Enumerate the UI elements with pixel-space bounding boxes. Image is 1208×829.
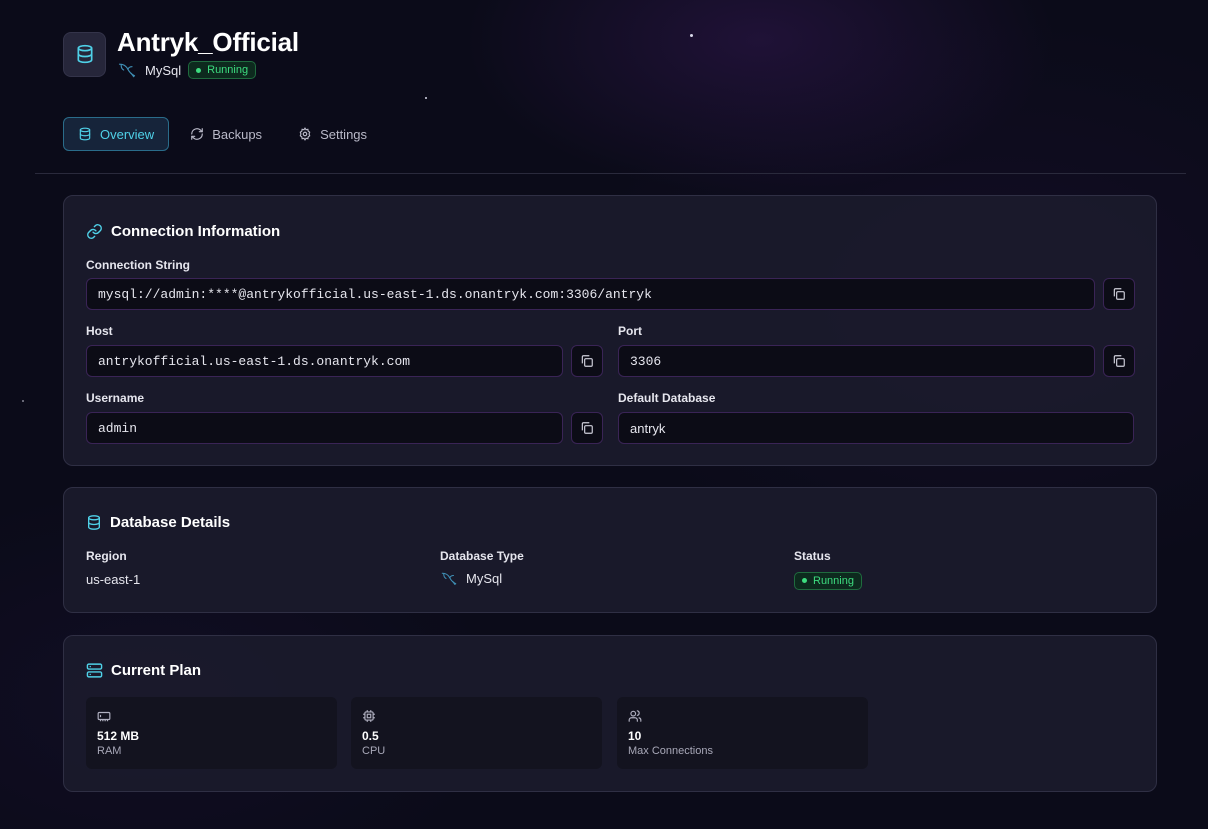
database-icon [86,514,102,531]
database-details-card: Database Details Region us-east-1 Databa… [63,487,1157,613]
card-title-text: Current Plan [111,662,202,679]
host-field[interactable]: antrykofficial.us-east-1.ds.onantryk.com [86,345,563,377]
plan-cpu-label: CPU [362,745,386,757]
background-star [425,97,427,99]
current-plan-title: Current Plan [86,662,201,679]
connection-card-title: Connection Information [86,223,280,240]
plan-ram-value: 512 MB [97,729,140,743]
page-header: Antryk_Official MySql Running [63,29,299,79]
tab-backups[interactable]: Backups [175,117,277,151]
status-badge: Running [794,571,862,590]
status-dot [802,578,807,583]
status-text: Running [207,64,249,76]
copy-icon [1113,355,1125,367]
tab-label: Settings [320,126,368,142]
status-text: Running [813,574,854,587]
memory-icon [97,709,326,723]
username-label: Username [86,391,145,405]
copy-port-button[interactable] [1103,345,1135,377]
plan-connections-value: 10 [628,729,642,743]
plan-cpu-value: 0.5 [362,729,379,743]
region-value: us-east-1 [86,572,141,587]
default-database-label: Default Database [618,391,716,405]
card-title-text: Database Details [110,514,231,531]
tab-settings[interactable]: Settings [283,117,382,151]
tab-overview[interactable]: Overview [63,117,170,151]
plan-cpu-box: 0.5 CPU [351,697,602,769]
tab-bar: Overview Backups Settings [63,117,382,151]
link-icon [86,223,103,240]
copy-host-button[interactable] [571,345,603,377]
tab-label: Overview [100,126,155,142]
username-field[interactable]: admin [86,412,563,444]
database-details-title: Database Details [86,514,230,531]
engine-label: MySql [145,62,182,78]
copy-connection-string-button[interactable] [1103,278,1135,310]
connection-card: Connection Information Connection String… [63,195,1157,466]
current-plan-card: Current Plan 512 MB RAM 0.5 CPU 10 Max C… [63,635,1157,792]
connection-string-field[interactable]: mysql://admin:****@antrykofficial.us-eas… [86,278,1095,310]
refresh-icon [190,127,204,141]
server-icon [86,662,103,679]
default-database-field[interactable]: antryk [618,412,1134,444]
database-type-value: MySql [440,570,502,587]
copy-icon [1113,288,1125,300]
plan-ram-box: 512 MB RAM [86,697,337,769]
plan-ram-label: RAM [97,745,122,757]
status-value: Running [794,570,862,590]
users-icon [628,709,857,723]
database-type-label: Database Type [440,549,524,563]
port-label: Port [618,324,642,338]
copy-icon [581,355,593,367]
gear-icon [298,127,312,141]
copy-icon [581,422,593,434]
status-dot [196,67,202,73]
background-star [22,400,24,402]
plan-connections-label: Max Connections [628,745,713,757]
background-star [690,34,693,37]
plan-connections-box: 10 Max Connections [617,697,868,769]
status-label: Status [794,549,831,563]
copy-username-button[interactable] [571,412,603,444]
mysql-dolphin-icon [117,61,137,79]
database-type-text: MySql [466,571,503,586]
port-field[interactable]: 3306 [618,345,1095,377]
cpu-icon [362,709,591,723]
page-title: Antryk_Official [117,27,299,57]
tab-label: Backups [212,126,263,142]
card-title-text: Connection Information [111,223,281,240]
database-icon [78,127,92,141]
region-label: Region [86,549,127,563]
host-label: Host [86,324,113,338]
connection-string-label: Connection String [86,258,190,272]
status-badge: Running [188,61,257,79]
database-icon [63,31,106,77]
header-divider [35,173,1186,174]
mysql-dolphin-icon [440,570,458,587]
